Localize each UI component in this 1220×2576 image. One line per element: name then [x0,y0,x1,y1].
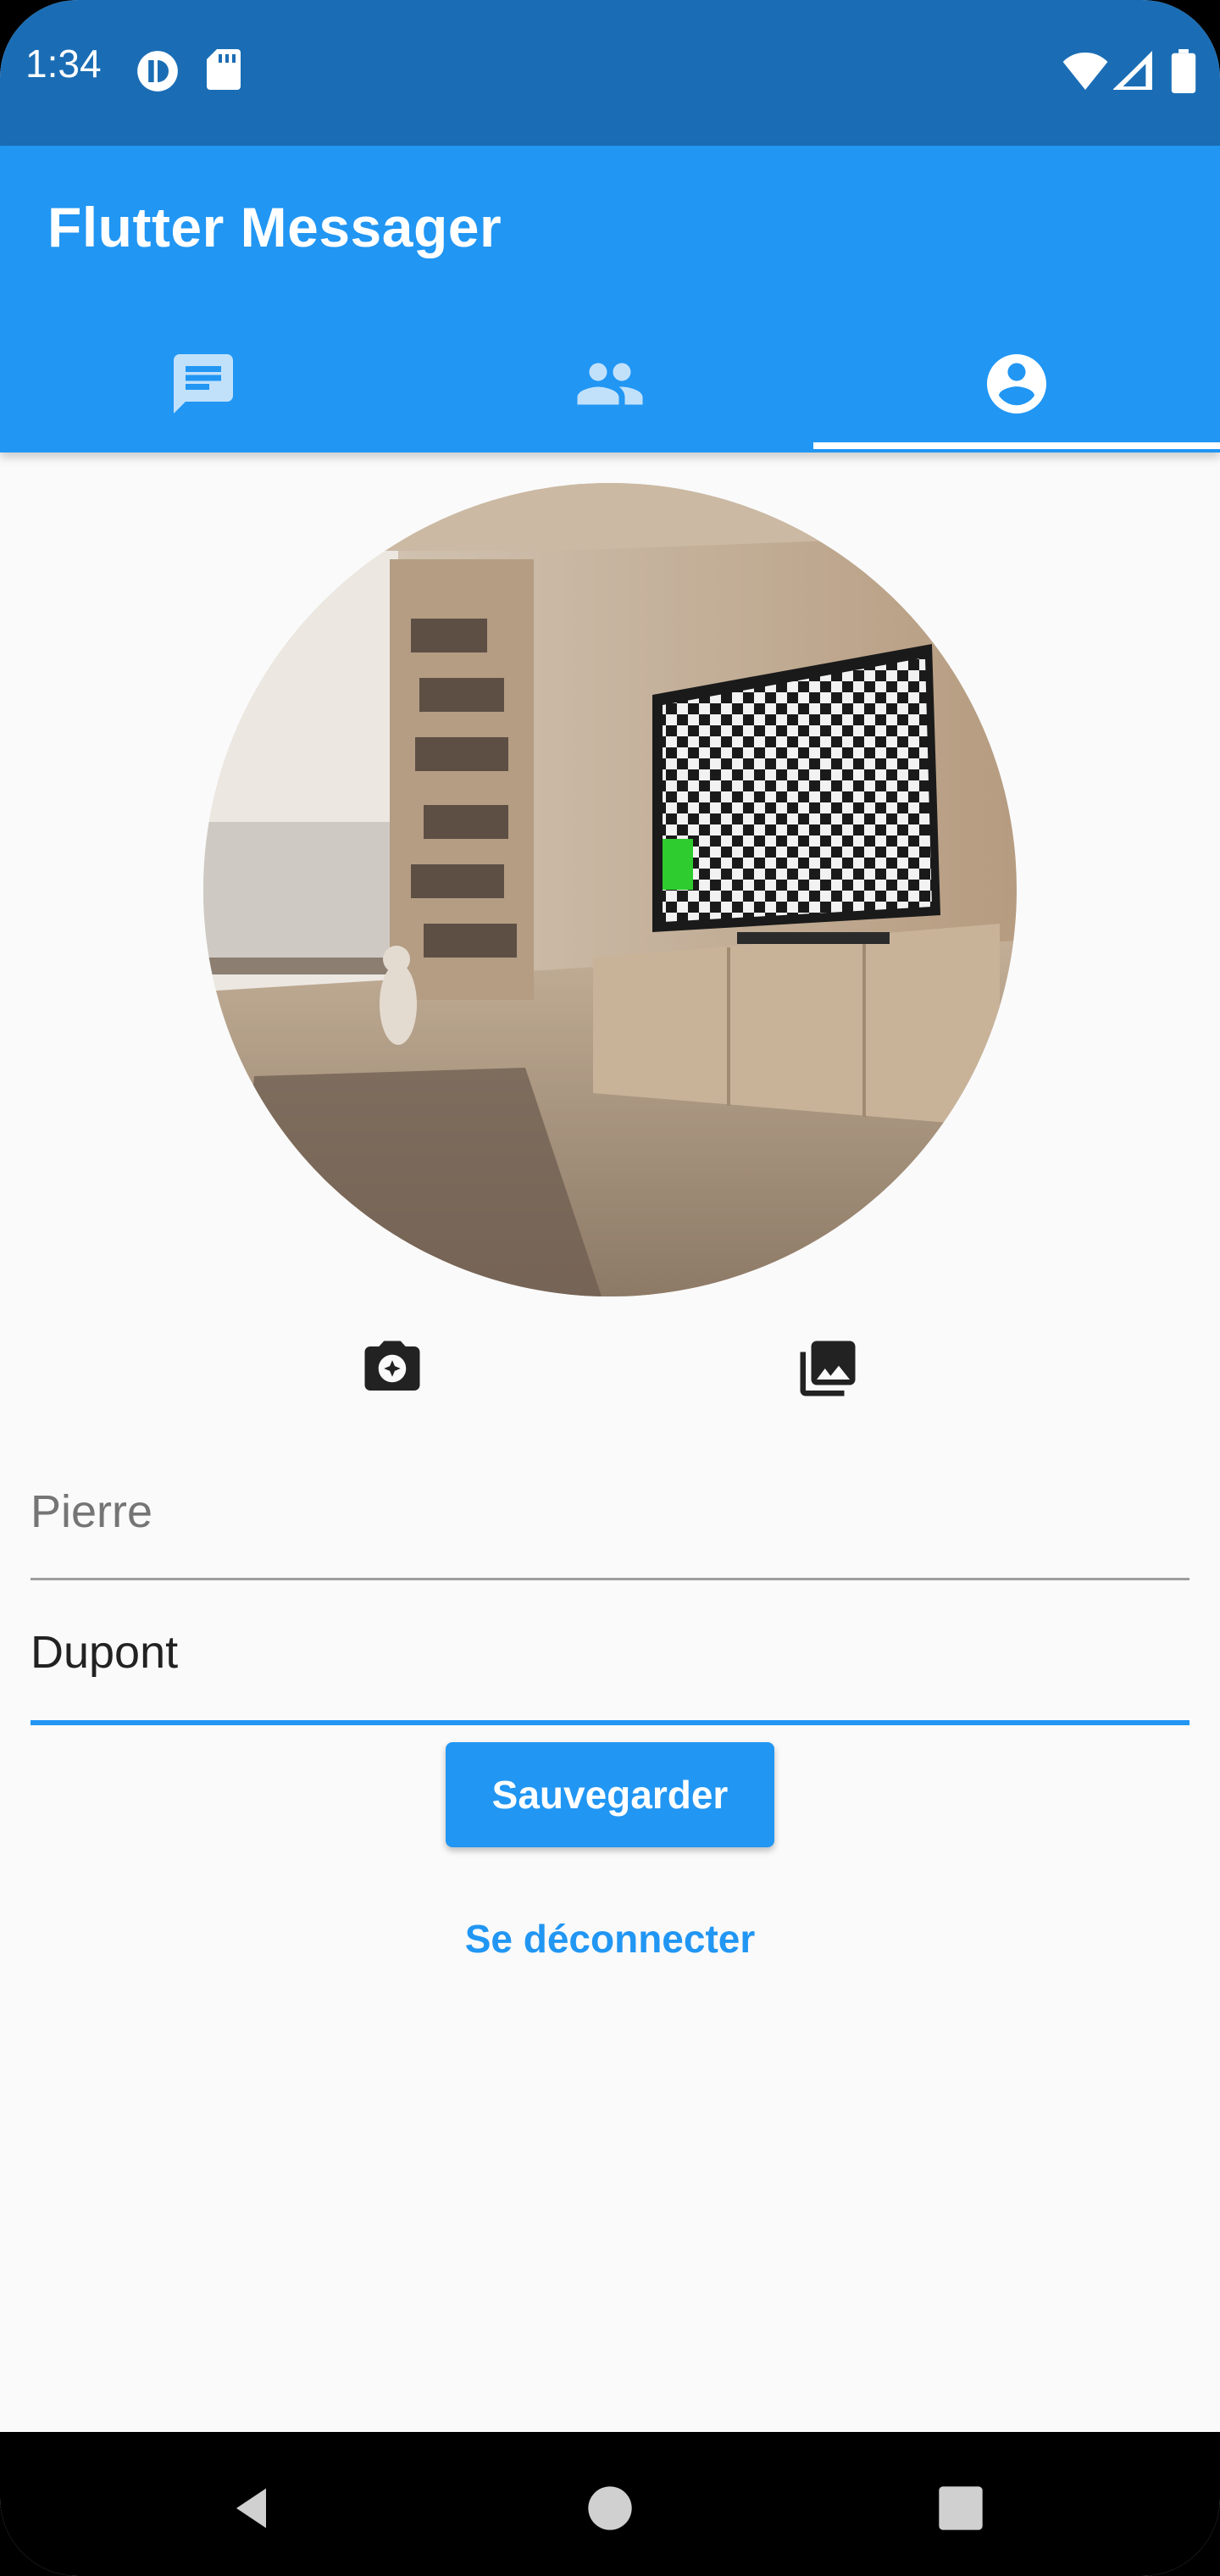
first-name-underline [30,1578,1190,1580]
selected-tab-indicator [813,442,1220,449]
profile-image[interactable] [203,483,1017,1296]
tab-chats[interactable] [0,315,407,452]
save-button[interactable]: Sauvegarder [446,1742,774,1847]
tab-profile[interactable] [813,315,1220,452]
gallery-button[interactable] [790,1330,866,1407]
people-icon [577,363,643,405]
last-name-input[interactable] [30,1625,1190,1679]
logout-button[interactable]: Se déconnecter [441,1907,779,1971]
status-bar: 1:34 [0,0,1220,146]
battery-icon [1171,49,1196,97]
tab-contacts[interactable] [407,315,813,452]
sd-card-icon [207,49,241,94]
room-photo [203,483,1017,1296]
back-icon [236,2488,266,2529]
screen: 1:34 Flutter Messager Pierre Dupont Sauv… [0,0,1220,2576]
signal-icon [1112,51,1152,94]
last-name-field[interactable] [30,1625,1190,1727]
home-icon [588,2486,632,2530]
back-button[interactable] [212,2466,297,2551]
recents-button[interactable] [918,2466,1003,2551]
status-time: 1:34 [25,42,102,86]
wifi-icon [1062,53,1108,94]
recents-icon [939,2486,983,2530]
chat-icon [174,354,233,414]
app-bar: Flutter Messager [0,146,1220,452]
app-title: Flutter Messager [47,196,502,258]
first-name-input[interactable] [30,1486,1190,1537]
account-circle-icon [987,354,1046,414]
system-nav-bar [0,2432,1220,2576]
last-name-underline [30,1720,1190,1725]
camera-button[interactable] [354,1330,430,1407]
camera-icon [364,1341,420,1391]
home-button[interactable] [568,2466,652,2551]
pressure-icon [136,49,180,97]
first-name-field[interactable] [30,1485,1190,1583]
photo-library-icon [800,1341,856,1396]
